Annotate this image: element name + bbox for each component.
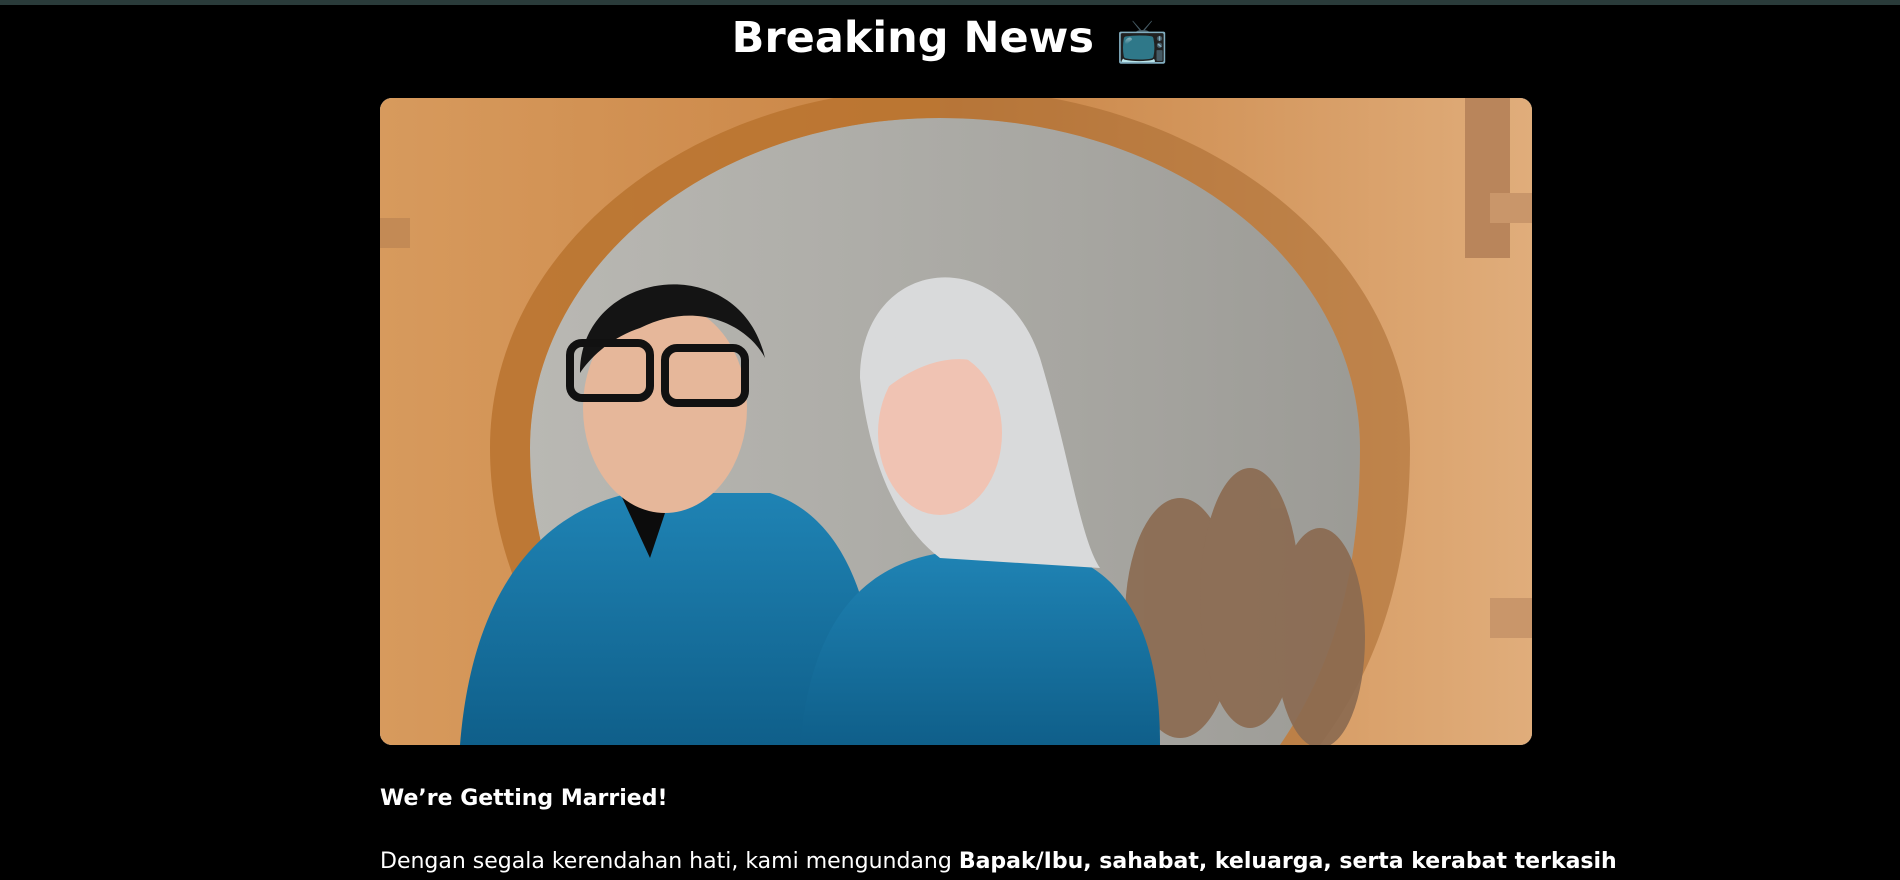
tv-icon: 📺 <box>1116 15 1169 65</box>
paragraph-text: Dengan segala kerendahan hati, kami meng… <box>380 849 959 874</box>
couple-photo <box>380 98 1532 745</box>
paragraph-bold-text: Bapak/Ibu, sahabat, keluarga, serta kera… <box>958 849 1617 874</box>
article-paragraph: Dengan segala kerendahan hati, kami meng… <box>380 849 1617 874</box>
article-subheading: We’re Getting Married! <box>380 786 668 811</box>
page-title-text: Breaking News <box>731 13 1095 63</box>
page-title: Breaking News 📺 <box>0 10 1900 69</box>
news-page: Breaking News 📺 We’re Getting Married! D… <box>0 0 1900 880</box>
couple-photo-illustration <box>380 98 1532 745</box>
